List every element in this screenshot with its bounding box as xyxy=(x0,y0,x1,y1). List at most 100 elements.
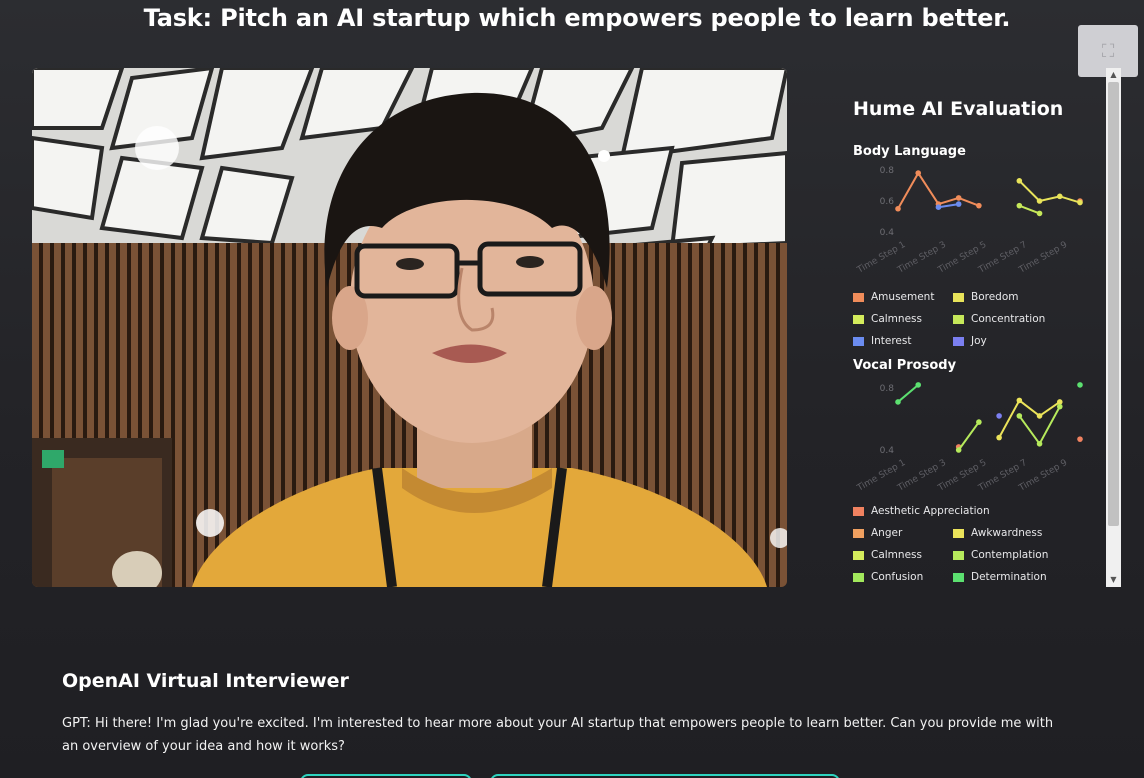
data-point[interactable] xyxy=(955,201,962,207)
legend-swatch xyxy=(953,550,964,560)
legend-item[interactable]: Amusement xyxy=(853,291,941,303)
legend-swatch xyxy=(953,572,964,582)
legend-row: Confusion Determination xyxy=(853,566,1088,588)
legend-item[interactable]: Awkwardness xyxy=(953,527,1042,539)
data-point[interactable] xyxy=(1056,403,1063,410)
data-point[interactable] xyxy=(915,382,922,388)
legend-label: Calmness xyxy=(871,549,922,561)
y-tick-label: 0.6 xyxy=(880,197,895,207)
legend-row: Calmness Contemplation xyxy=(853,544,1088,566)
legend-swatch xyxy=(953,528,964,538)
vocal-prosody-legend: Aesthetic Appreciation Anger Awkwardness Ca… xyxy=(853,500,1088,588)
scroll-thumb[interactable] xyxy=(1108,82,1119,526)
series-line xyxy=(938,203,959,209)
panel-scrollbar[interactable]: ▲ ▼ xyxy=(1106,68,1121,587)
data-point[interactable] xyxy=(1016,397,1023,404)
data-point[interactable] xyxy=(955,195,962,201)
legend-item[interactable]: Joy xyxy=(953,335,987,347)
data-point[interactable] xyxy=(1036,441,1043,447)
legend-row: Amusement Boredom xyxy=(853,286,1088,308)
scroll-up-arrow-icon[interactable]: ▲ xyxy=(1106,68,1121,82)
legend-item[interactable]: Anger xyxy=(853,527,941,539)
data-point[interactable] xyxy=(1056,193,1063,200)
data-point[interactable] xyxy=(1016,202,1023,209)
data-point[interactable] xyxy=(996,434,1002,441)
series-line xyxy=(1018,406,1061,446)
legend-item[interactable]: Calmness xyxy=(853,549,941,561)
legend-label: Concentration xyxy=(971,313,1046,325)
vocal-prosody-chart: 0.8 0.4 Time Step 1 Time Step 3 Time Step 5T… xyxy=(848,380,1088,504)
legend-item[interactable]: Interest xyxy=(853,335,941,347)
legend-swatch xyxy=(853,314,864,324)
body-language-title: Body Language xyxy=(853,144,966,159)
body-language-legend: Amusement Boredom Calmness Concentration Int… xyxy=(853,286,1088,352)
legend-swatch xyxy=(853,506,864,516)
legend-swatch xyxy=(853,292,864,302)
webcam-video xyxy=(32,68,787,587)
legend-item[interactable]: Determination xyxy=(953,571,1047,583)
y-tick-label: 0.8 xyxy=(880,384,895,394)
legend-item[interactable]: Concentration xyxy=(953,313,1045,325)
series-line xyxy=(957,421,980,451)
evaluation-panel: Hume AI Evaluation Body Language 0.8 0.6 0… xyxy=(840,90,1090,590)
data-point[interactable] xyxy=(1036,413,1043,419)
legend-row: Calmness Concentration xyxy=(853,308,1088,330)
y-tick-label: 0.4 xyxy=(880,228,895,238)
legend-label: Aesthetic Appreciation xyxy=(871,505,990,517)
body-language-chart: 0.8 0.6 0.4 Time Step 1 Time Step 3 Time Step… xyxy=(848,162,1088,286)
action-button-2[interactable] xyxy=(490,774,840,778)
data-point[interactable] xyxy=(915,170,922,176)
series-line xyxy=(1018,204,1040,215)
legend-label: Awkwardness xyxy=(971,527,1043,539)
data-point[interactable] xyxy=(1016,413,1023,419)
panel-title: Hume AI Evaluation xyxy=(853,98,1064,120)
action-button-1[interactable] xyxy=(300,774,472,778)
data-point[interactable] xyxy=(1016,178,1023,184)
legend-swatch xyxy=(953,292,964,302)
data-point[interactable] xyxy=(895,399,901,405)
legend-label: Boredom xyxy=(971,291,1019,303)
legend-item[interactable]: Boredom xyxy=(953,291,1019,303)
legend-item[interactable]: Aesthetic Appreciation xyxy=(853,505,990,517)
legend-label: Calmness xyxy=(871,313,922,325)
legend-row: Interest Joy xyxy=(853,330,1088,352)
data-point[interactable] xyxy=(1077,436,1083,442)
data-point[interactable] xyxy=(976,419,982,425)
data-point[interactable] xyxy=(1036,210,1043,217)
legend-label: Contemplation xyxy=(971,549,1049,561)
legend-label: Amusement xyxy=(871,291,935,303)
data-point[interactable] xyxy=(1077,382,1083,388)
legend-label: Anger xyxy=(871,527,903,539)
data-point[interactable] xyxy=(1036,198,1043,204)
series-line xyxy=(897,384,919,403)
expand-icon: ⛶ xyxy=(1101,40,1115,62)
legend-label: Interest xyxy=(871,335,912,347)
interviewer-title: OpenAI Virtual Interviewer xyxy=(62,670,349,692)
data-point[interactable] xyxy=(1077,199,1083,206)
data-point[interactable] xyxy=(935,204,942,210)
legend-swatch xyxy=(953,314,964,324)
legend-swatch xyxy=(853,336,864,346)
legend-swatch xyxy=(853,528,864,538)
legend-swatch xyxy=(953,336,964,346)
legend-swatch xyxy=(853,550,864,560)
data-point[interactable] xyxy=(996,413,1002,419)
legend-item[interactable]: Confusion xyxy=(853,571,941,583)
legend-item[interactable]: Calmness xyxy=(853,313,941,325)
y-tick-label: 0.8 xyxy=(880,166,895,176)
legend-item[interactable]: Contemplation xyxy=(953,549,1048,561)
data-point[interactable] xyxy=(955,447,962,453)
gpt-message: GPT: Hi there! I'm glad you're excited. … xyxy=(62,716,1054,754)
scroll-down-arrow-icon[interactable]: ▼ xyxy=(1106,573,1121,587)
legend-row: Aesthetic Appreciation xyxy=(853,500,1088,522)
legend-label: Determination xyxy=(971,571,1047,583)
legend-label: Confusion xyxy=(871,571,924,583)
vocal-prosody-title: Vocal Prosody xyxy=(853,358,957,373)
series-line xyxy=(998,398,1061,439)
legend-row: Anger Awkwardness xyxy=(853,522,1088,544)
task-title: Task: Pitch an AI startup which empowers… xyxy=(143,4,1011,32)
legend-swatch xyxy=(853,572,864,582)
series-line xyxy=(1018,180,1081,204)
data-point[interactable] xyxy=(895,205,901,212)
data-point[interactable] xyxy=(976,202,982,209)
